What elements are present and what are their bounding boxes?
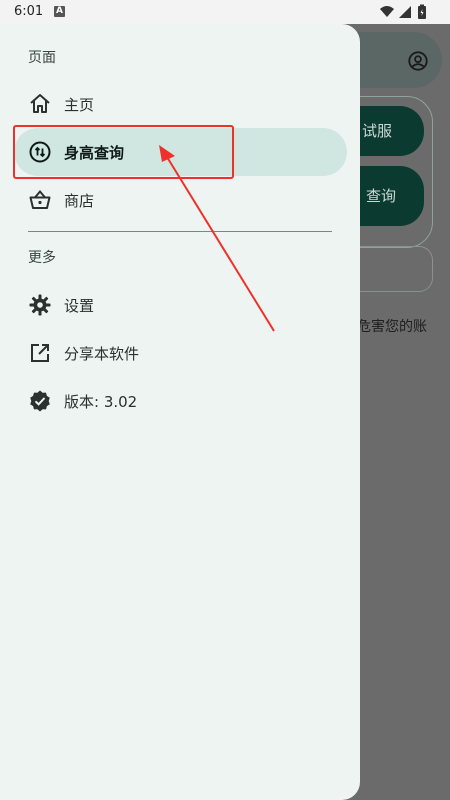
account-circle-icon <box>408 51 428 71</box>
open-in-new-icon <box>31 344 49 362</box>
drawer-item-settings[interactable]: 设置 <box>14 281 347 329</box>
drawer-item-label: 分享本软件 <box>64 345 140 363</box>
drawer-item-share[interactable]: 分享本软件 <box>14 329 347 377</box>
section-label-pages: 页面 <box>28 50 56 66</box>
drawer-item-label: 设置 <box>64 297 95 315</box>
drawer-item-shop[interactable]: 商店 <box>14 176 347 224</box>
annotation-highlight-box <box>13 125 234 179</box>
status-time: 6:01 <box>14 4 44 19</box>
drawer-item-home[interactable]: 主页 <box>14 80 347 128</box>
drawer-item-label: 版本: 3.02 <box>64 393 138 411</box>
background-warning-text: 危害您的账 <box>357 319 427 335</box>
status-bar: 6:01 A <box>0 0 450 24</box>
basket-icon <box>29 189 51 209</box>
status-icons <box>380 4 426 19</box>
drawer-item-version[interactable]: 版本: 3.02 <box>14 377 347 425</box>
drawer-item-label: 主页 <box>64 96 95 114</box>
signal-icon <box>399 6 411 18</box>
wifi-icon <box>380 6 394 17</box>
gear-icon <box>29 294 51 316</box>
drawer-divider <box>28 231 332 232</box>
verified-badge-icon <box>30 390 50 412</box>
drawer-item-label: 商店 <box>64 192 95 210</box>
section-label-more: 更多 <box>28 250 56 266</box>
battery-icon <box>418 4 426 19</box>
notification-a-icon: A <box>54 6 65 17</box>
home-icon <box>30 94 50 113</box>
